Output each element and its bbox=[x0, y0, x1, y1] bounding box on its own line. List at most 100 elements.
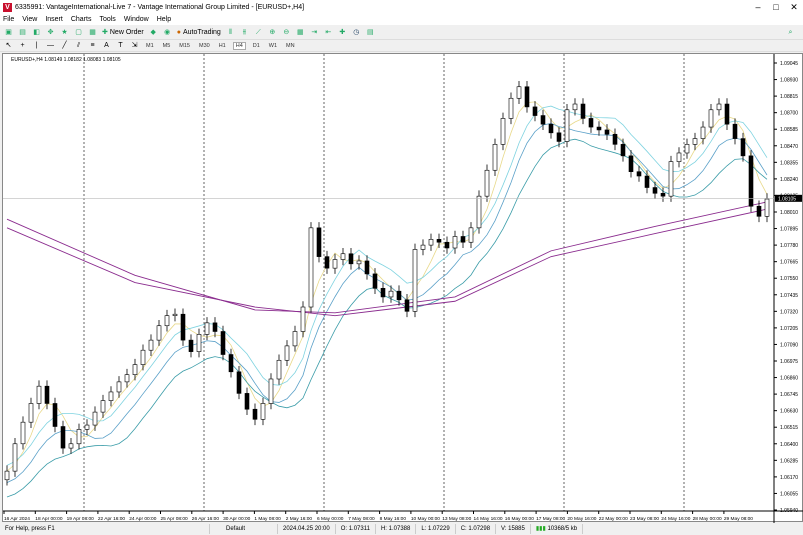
line-chart-icon[interactable]: ⟋ bbox=[254, 28, 263, 37]
candle-body bbox=[556, 132, 562, 142]
candle-body bbox=[684, 144, 690, 154]
profiles-icon[interactable]: ▤ bbox=[18, 28, 27, 37]
candle-body bbox=[596, 126, 602, 131]
menu-view[interactable]: View bbox=[22, 16, 37, 23]
profile-name: Default bbox=[210, 524, 278, 534]
time-tick-label: 14 May 16:00 bbox=[474, 516, 503, 522]
price-tick-label: 1.07780 bbox=[780, 243, 798, 249]
autotrading-button[interactable]: ● AutoTrading bbox=[177, 29, 221, 36]
window-title: 6335991: VantageInternational-Live 7 - V… bbox=[15, 3, 305, 11]
candle-body bbox=[460, 236, 466, 243]
minimize-button[interactable]: – bbox=[749, 2, 767, 12]
price-tick-label: 1.06630 bbox=[780, 409, 798, 415]
zoom-in-icon[interactable]: ⊕ bbox=[268, 28, 277, 37]
candle-body bbox=[148, 339, 154, 351]
price-tick-label: 1.05940 bbox=[780, 508, 798, 514]
timeframe-h4[interactable]: H4 bbox=[232, 41, 246, 50]
bar-chart-icon[interactable]: ⫴ bbox=[226, 28, 235, 37]
chart-shift-icon[interactable]: ⇤ bbox=[324, 28, 333, 37]
candle-body bbox=[708, 109, 714, 128]
timeframe-m1[interactable]: M1 bbox=[144, 43, 156, 49]
horizontal-line-icon[interactable]: — bbox=[46, 41, 55, 50]
market-watch-icon[interactable]: ◧ bbox=[32, 28, 41, 37]
cursor-icon[interactable]: ↖ bbox=[4, 41, 13, 50]
data-window-icon[interactable]: ✥ bbox=[46, 28, 55, 37]
candle-body bbox=[620, 144, 626, 157]
candle-body bbox=[76, 429, 82, 445]
vertical-line-icon[interactable]: | bbox=[32, 41, 41, 50]
candle-body bbox=[580, 103, 586, 119]
chart-window[interactable]: 1.09045 1.08930 1.08815 1.08700 1.08585 1.084… bbox=[2, 53, 803, 523]
autotrading-label: AutoTrading bbox=[182, 28, 221, 36]
candle-body bbox=[36, 385, 42, 404]
text-label-icon[interactable]: T bbox=[116, 41, 125, 50]
navigator-icon[interactable]: ★ bbox=[60, 28, 69, 37]
time-tick-label: 19 Apr 08:00 bbox=[67, 516, 95, 522]
time-tick-label: 22 Apr 16:00 bbox=[98, 516, 126, 522]
channel-icon[interactable]: ⫽ bbox=[74, 41, 83, 50]
terminal-icon[interactable]: ▢ bbox=[74, 28, 83, 37]
new-order-button[interactable]: ✚ New Order bbox=[102, 28, 144, 37]
candle-body bbox=[652, 187, 658, 194]
menu-help[interactable]: Help bbox=[157, 16, 171, 23]
title-bar: V 6335991: VantageInternational-Live 7 -… bbox=[0, 0, 803, 14]
candle-body bbox=[548, 123, 554, 134]
candle-body bbox=[276, 359, 282, 380]
price-tick-label: 1.06170 bbox=[780, 475, 798, 481]
candle-body bbox=[644, 175, 650, 188]
crosshair-icon[interactable]: + bbox=[18, 41, 27, 50]
ma-line-mid bbox=[6, 122, 768, 484]
candle-body bbox=[124, 374, 130, 383]
menu-file[interactable]: File bbox=[3, 16, 14, 23]
price-tick-label: 1.07895 bbox=[780, 227, 798, 233]
candlestick-icon[interactable]: ⫵ bbox=[240, 28, 249, 37]
timeframe-d1[interactable]: D1 bbox=[251, 43, 262, 49]
periods-icon[interactable]: ◷ bbox=[352, 28, 361, 37]
candle-body bbox=[60, 426, 66, 449]
strategy-tester-icon[interactable]: ▦ bbox=[88, 28, 97, 37]
tile-windows-icon[interactable]: ▦ bbox=[296, 28, 305, 37]
maximize-button[interactable]: □ bbox=[767, 2, 785, 12]
status-bar: For Help, press F1 Default 2024.04.25 20… bbox=[0, 523, 803, 535]
search-icon[interactable]: ⌕ bbox=[786, 28, 795, 37]
price-tick-label: 1.08585 bbox=[780, 127, 798, 133]
long-ma-line bbox=[6, 208, 768, 317]
timeframe-w1[interactable]: W1 bbox=[267, 43, 279, 49]
menu-window[interactable]: Window bbox=[124, 16, 149, 23]
timeframe-m30[interactable]: M30 bbox=[197, 43, 212, 49]
menu-tools[interactable]: Tools bbox=[99, 16, 115, 23]
signals-icon[interactable]: ◉ bbox=[163, 28, 172, 37]
candle-body bbox=[132, 364, 138, 375]
time-tick-label: 16 May 00:00 bbox=[505, 516, 534, 522]
candle-body bbox=[308, 227, 314, 308]
autoscroll-icon[interactable]: ⇥ bbox=[310, 28, 319, 37]
timeframe-m15[interactable]: M15 bbox=[177, 43, 192, 49]
timeframe-h1[interactable]: H1 bbox=[217, 43, 228, 49]
candle-body bbox=[228, 354, 234, 373]
menu-charts[interactable]: Charts bbox=[71, 16, 92, 23]
timeframe-mn[interactable]: MN bbox=[284, 43, 297, 49]
candle-body bbox=[180, 313, 186, 341]
metaeditor-icon[interactable]: ◆ bbox=[149, 28, 158, 37]
zoom-out-icon[interactable]: ⊖ bbox=[282, 28, 291, 37]
timeframe-m5[interactable]: M5 bbox=[161, 43, 173, 49]
indicators-icon[interactable]: ✚ bbox=[338, 28, 347, 37]
menu-insert[interactable]: Insert bbox=[45, 16, 63, 23]
candle-body bbox=[444, 241, 450, 249]
candle-body bbox=[268, 378, 274, 404]
close-button[interactable]: ✕ bbox=[785, 2, 803, 13]
text-icon[interactable]: A bbox=[102, 41, 111, 50]
new-chart-icon[interactable]: ▣ bbox=[4, 28, 13, 37]
time-tick-label: 6 May 00:00 bbox=[317, 516, 344, 522]
templates-icon[interactable]: ▤ bbox=[366, 28, 375, 37]
time-tick-label: 29 May 08:00 bbox=[724, 516, 753, 522]
price-tick-label: 1.07205 bbox=[780, 326, 798, 332]
new-order-label: New Order bbox=[109, 28, 144, 36]
arrows-icon[interactable]: ⇲ bbox=[130, 41, 139, 50]
price-chart[interactable]: 1.09045 1.08930 1.08815 1.08700 1.08585 1.084… bbox=[3, 54, 803, 523]
price-tick-label: 1.06515 bbox=[780, 425, 798, 431]
fibonacci-icon[interactable]: ≡ bbox=[88, 41, 97, 50]
connection-status: ▮▮▮ 10368/5 kb bbox=[531, 524, 584, 534]
trendline-icon[interactable]: ╱ bbox=[60, 41, 69, 50]
time-tick-label: 26 Apr 16:00 bbox=[192, 516, 220, 522]
